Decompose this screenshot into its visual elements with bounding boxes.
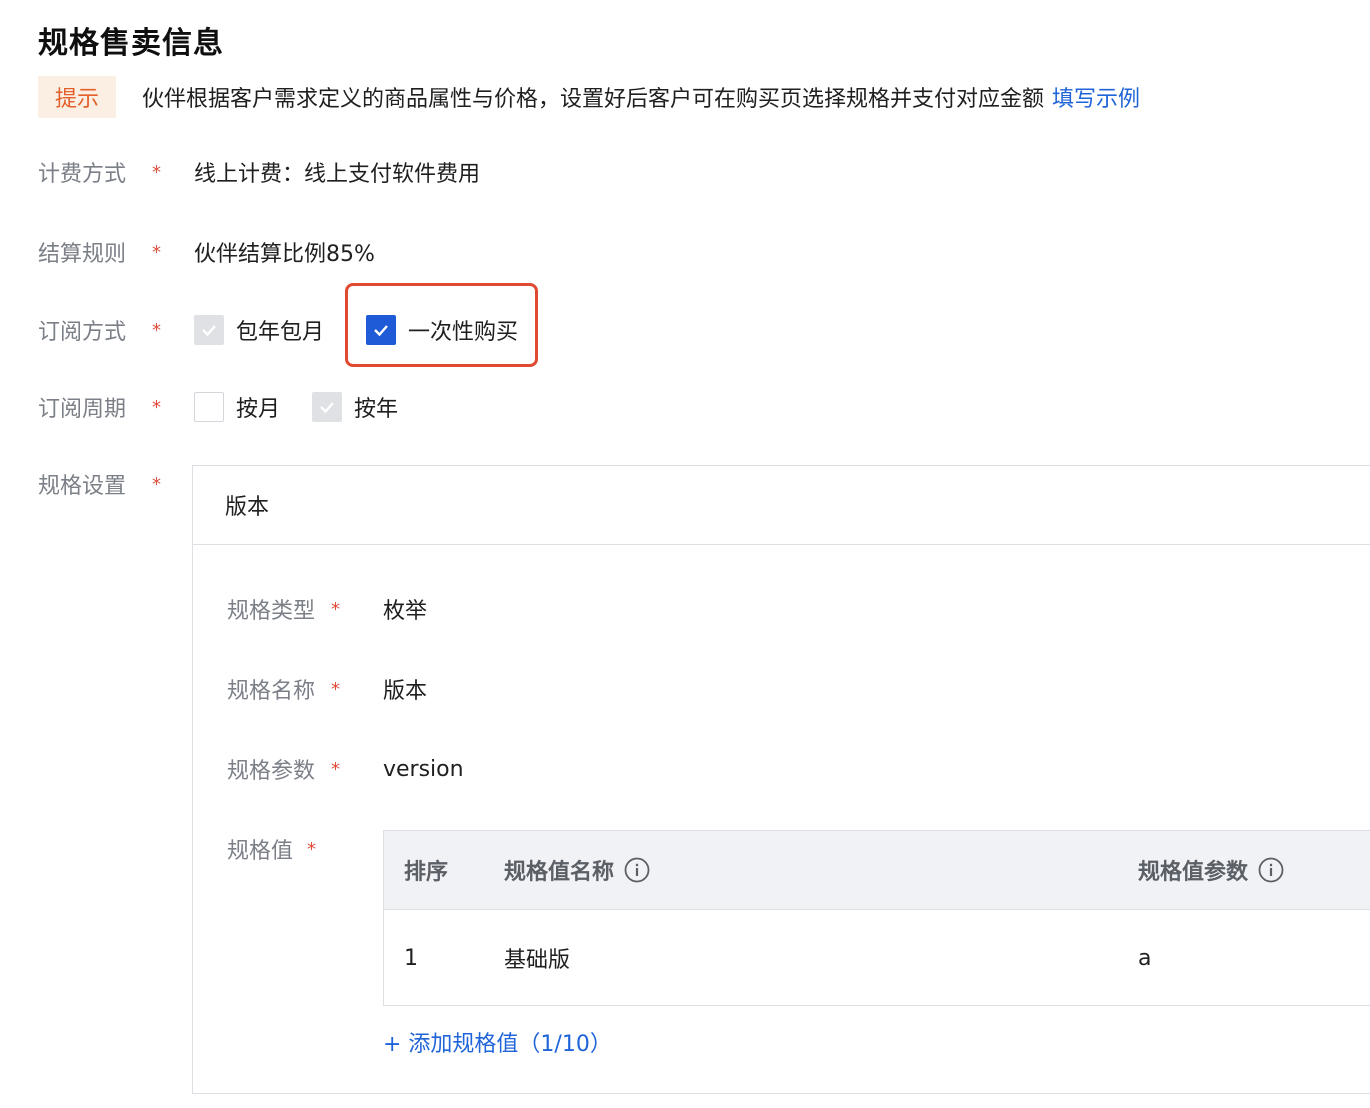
- billing-row: 计费方式 * 线上计费：线上支付软件费用: [38, 155, 480, 189]
- required-mark: *: [152, 161, 161, 183]
- required-mark: *: [331, 678, 340, 700]
- spec-name-label: 规格名称: [227, 679, 316, 704]
- spec-row: 规格设置 *: [38, 467, 192, 501]
- check-icon: [320, 402, 334, 414]
- spec-param-row: 规格参数 * version: [227, 752, 464, 786]
- spec-type-label: 规格类型: [227, 599, 316, 624]
- add-spec-value-button[interactable]: + 添加规格值（1/10）: [383, 1026, 612, 1058]
- spec-label: 规格设置: [38, 474, 127, 499]
- fill-example-link[interactable]: 填写示例: [1052, 81, 1140, 113]
- spec-name-row: 规格名称 * 版本: [227, 672, 427, 706]
- check-icon: [202, 325, 216, 337]
- hint-bar: 提示 伙伴根据客户需求定义的商品属性与价格，设置好后客户可在购买页选择规格并支付…: [38, 76, 1140, 118]
- spec-name-value: 版本: [383, 679, 428, 704]
- period-option-label: 按年: [354, 397, 399, 422]
- settlement-value: 伙伴结算比例85%: [194, 242, 375, 267]
- info-icon[interactable]: [624, 857, 650, 883]
- settlement-label: 结算规则: [38, 242, 127, 267]
- period-row: 订阅周期 * 按月 按年: [38, 390, 398, 424]
- row-order: 1: [404, 945, 418, 971]
- table-row: 1 基础版 a: [384, 910, 1370, 1006]
- checkbox-checked-disabled[interactable]: [312, 392, 343, 422]
- column-header-order: 排序: [404, 860, 449, 885]
- spec-values-table: 排序 规格值名称 规格值参数 1 基础版 a: [383, 830, 1370, 1006]
- settlement-row: 结算规则 * 伙伴结算比例85%: [38, 235, 375, 269]
- period-option-label: 按月: [236, 397, 281, 422]
- checkbox-checked-disabled[interactable]: [194, 315, 224, 345]
- column-header-value-param: 规格值参数: [1138, 831, 1284, 909]
- table-header: 排序 规格值名称 规格值参数: [384, 831, 1370, 910]
- spec-type-value: 枚举: [383, 599, 428, 624]
- required-mark: *: [152, 319, 161, 341]
- required-mark: *: [331, 598, 340, 620]
- period-option-yearly[interactable]: 按年: [312, 391, 398, 423]
- spec-type-row: 规格类型 * 枚举: [227, 592, 427, 626]
- hint-text: 伙伴根据客户需求定义的商品属性与价格，设置好后客户可在购买页选择规格并支付对应金…: [142, 87, 1045, 112]
- required-mark: *: [152, 473, 161, 495]
- period-option-monthly[interactable]: 按月: [194, 391, 280, 423]
- spec-param-value: version: [383, 756, 464, 782]
- row-value-name: 基础版: [504, 948, 571, 973]
- required-mark: *: [152, 396, 161, 418]
- spec-param-label: 规格参数: [227, 759, 316, 784]
- spec-panel-header: 版本: [193, 466, 1370, 545]
- required-mark: *: [152, 241, 161, 263]
- billing-value: 线上计费：线上支付软件费用: [194, 162, 481, 187]
- subscription-option-yearly-monthly[interactable]: 包年包月: [194, 314, 324, 346]
- column-header-value-name: 规格值名称: [504, 831, 650, 909]
- hint-badge: 提示: [38, 76, 116, 118]
- row-value-param: a: [1138, 945, 1152, 971]
- checkbox-unchecked[interactable]: [194, 392, 224, 422]
- highlight-box: [345, 283, 538, 367]
- period-label: 订阅周期: [38, 397, 127, 422]
- required-mark: *: [307, 838, 316, 860]
- info-icon[interactable]: [1258, 857, 1284, 883]
- subscription-option-label: 包年包月: [236, 320, 325, 345]
- spec-values-row: 规格值 *: [227, 832, 359, 866]
- subscription-label: 订阅方式: [38, 320, 127, 345]
- spec-values-label: 规格值: [227, 839, 294, 864]
- page-title: 规格售卖信息: [38, 26, 224, 61]
- spec-panel: 版本 规格类型 * 枚举 规格名称 * 版本 规格参数 * version 规格…: [192, 465, 1370, 1094]
- billing-label: 计费方式: [38, 162, 127, 187]
- required-mark: *: [331, 758, 340, 780]
